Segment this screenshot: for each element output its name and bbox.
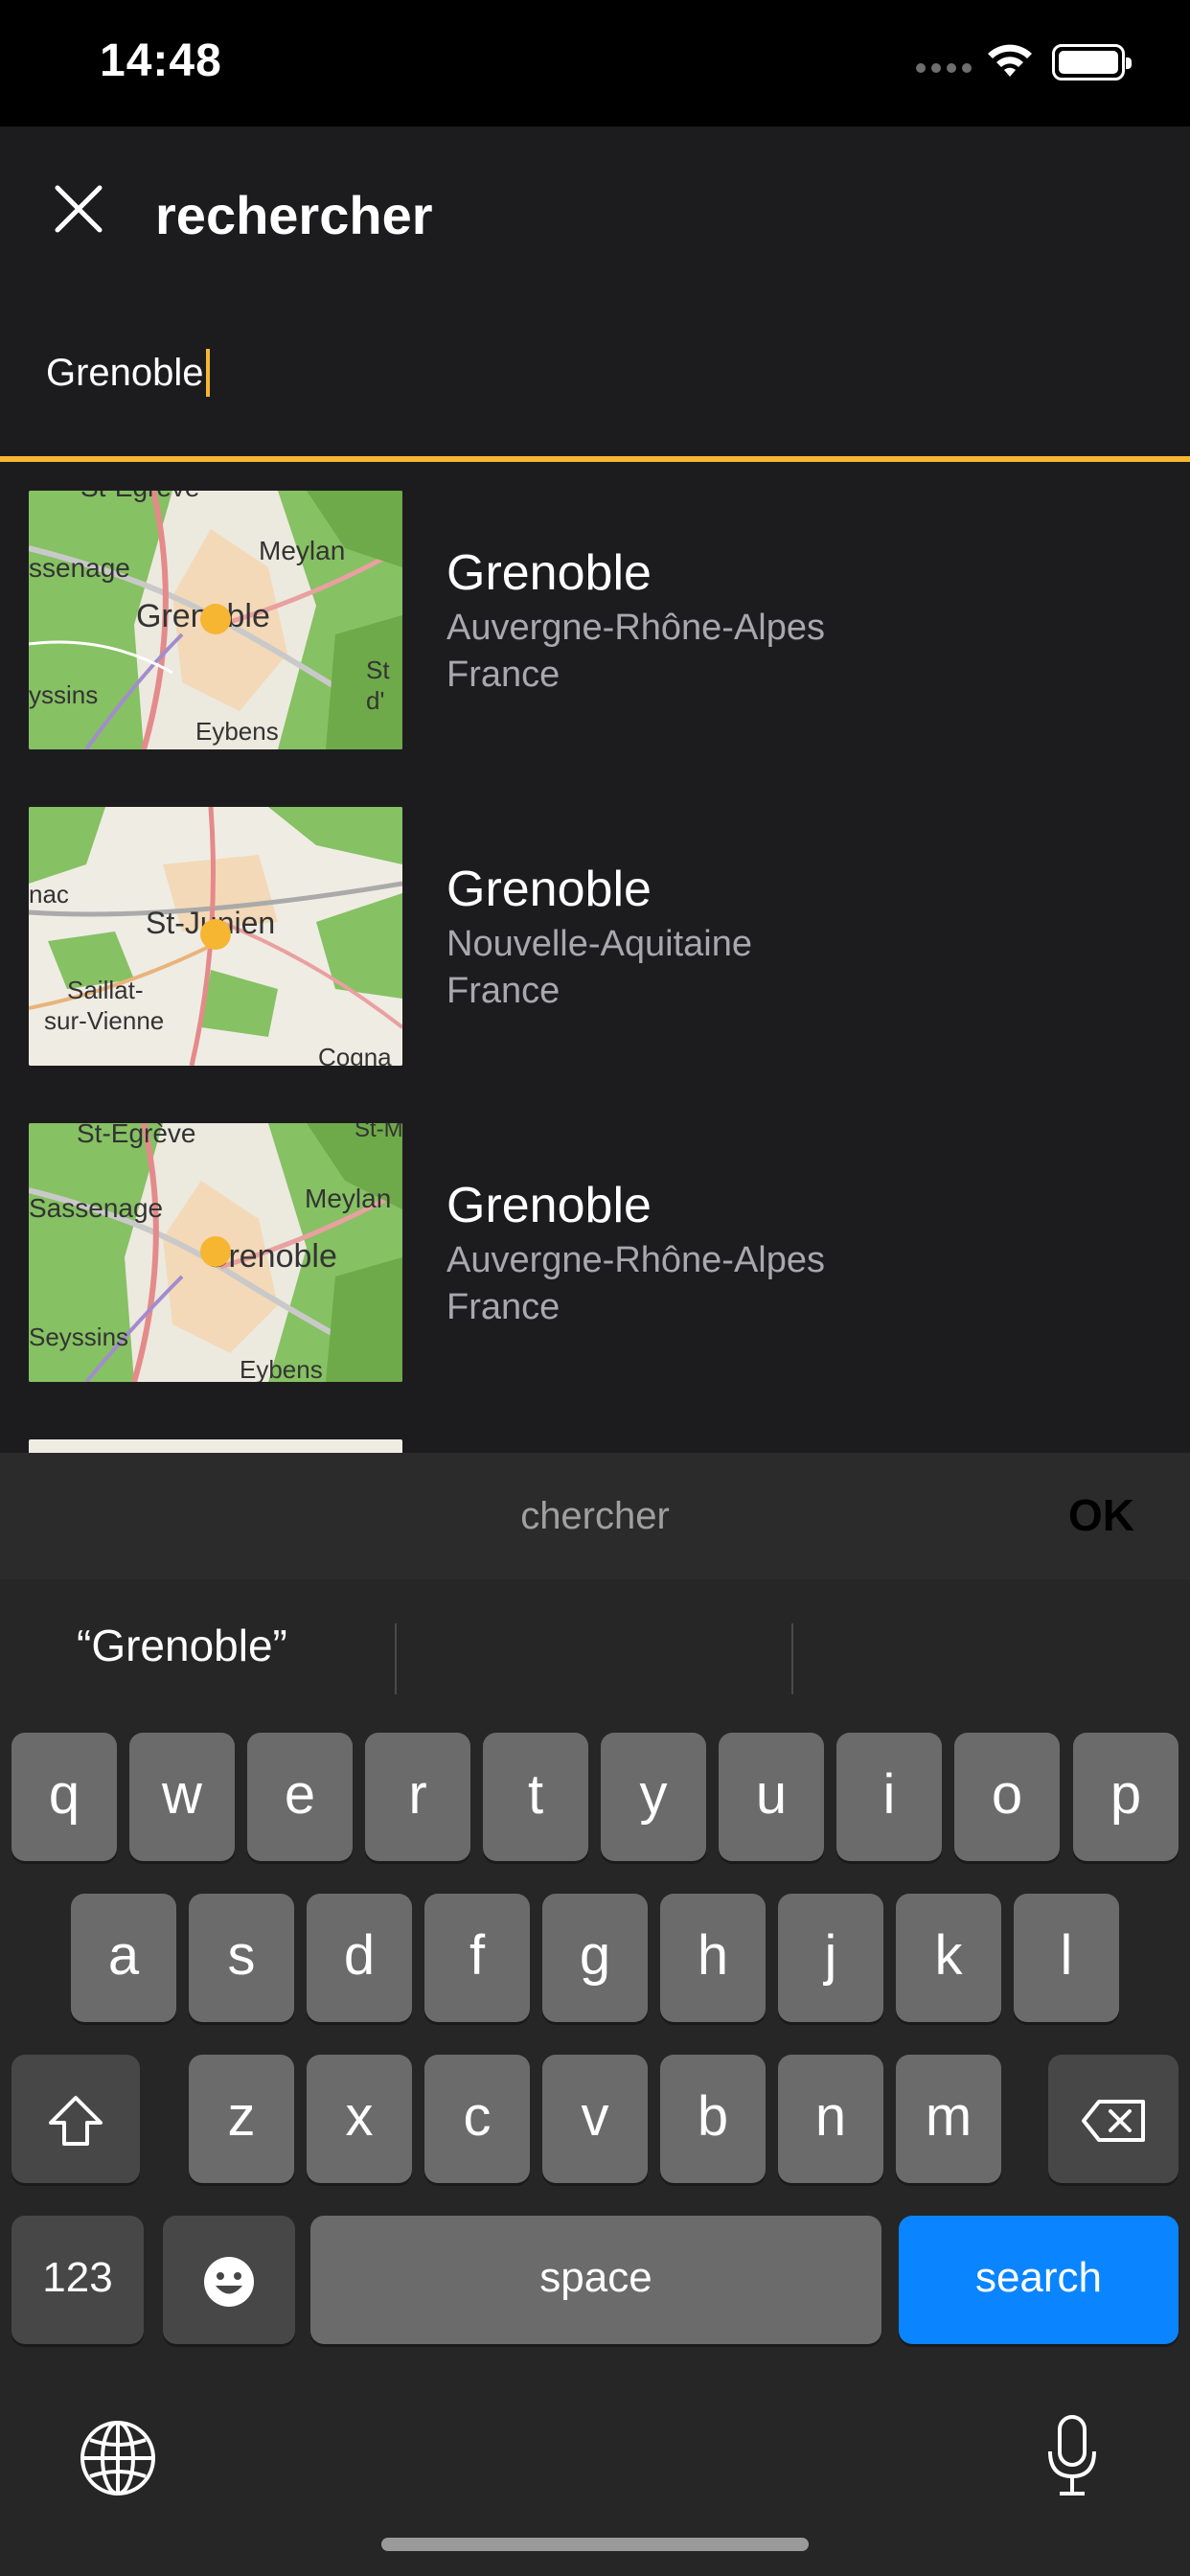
key-u[interactable]: u <box>719 1733 824 1861</box>
result-name: Grenoble <box>446 862 652 917</box>
list-item[interactable]: St-Egrève ssenage Meylan Grenoble yssins… <box>0 462 1190 749</box>
key-s[interactable]: s <box>189 1894 294 2022</box>
key-h[interactable]: h <box>660 1894 766 2022</box>
key-d[interactable]: d <box>307 1894 412 2022</box>
delete-key[interactable] <box>1048 2055 1179 2183</box>
search-input[interactable]: Grenoble <box>46 349 210 397</box>
shift-icon <box>49 2095 103 2146</box>
status-time: 14:48 <box>100 35 222 86</box>
key-w[interactable]: w <box>129 1733 235 1861</box>
key-k[interactable]: k <box>896 1894 1001 2022</box>
key-z[interactable]: z <box>189 2055 294 2183</box>
key-n[interactable]: n <box>778 2055 883 2183</box>
map-thumbnail <box>29 1439 402 1453</box>
key-x[interactable]: x <box>307 2055 412 2183</box>
map-label: Meylan <box>259 536 345 565</box>
key-c[interactable]: c <box>424 2055 530 2183</box>
map-label: St-M <box>355 1123 402 1142</box>
map-label: St <box>366 656 390 684</box>
map-thumbnail: St-Egrève ssenage Meylan Grenoble yssins… <box>29 491 402 749</box>
backspace-icon <box>1082 2099 1145 2142</box>
result-region: Auvergne-Rhône-Alpes <box>446 1240 826 1280</box>
key-v[interactable]: v <box>542 2055 648 2183</box>
key-q[interactable]: q <box>11 1733 117 1861</box>
map-thumbnail: nac St-Junien Saillat- sur-Vienne Cogna <box>29 807 402 1066</box>
map-label: Saillat- <box>67 976 143 1004</box>
key-m[interactable]: m <box>896 2055 1001 2183</box>
list-item[interactable]: nac St-Junien Saillat- sur-Vienne Cogna … <box>0 778 1190 1066</box>
map-label: Seyssins <box>29 1322 128 1351</box>
key-o[interactable]: o <box>954 1733 1060 1861</box>
key-t[interactable]: t <box>483 1733 588 1861</box>
suggestion-item[interactable]: “Grenoble” <box>77 1620 287 1671</box>
suggestion-bar: “Grenoble” <box>0 1579 1190 1714</box>
map-label: nac <box>29 880 69 908</box>
map-label: Sassenage <box>29 1193 163 1223</box>
key-a[interactable]: a <box>71 1894 176 2022</box>
result-country: France <box>446 655 561 695</box>
shift-key[interactable] <box>11 2055 140 2183</box>
numbers-key[interactable]: 123 <box>11 2216 144 2344</box>
emoji-key[interactable] <box>163 2216 295 2344</box>
map-label: ssenage <box>29 553 130 583</box>
key-g[interactable]: g <box>542 1894 648 2022</box>
map-label: St-Egrève <box>80 491 200 502</box>
microphone-icon[interactable] <box>1044 2413 1100 2499</box>
map-label: yssins <box>29 680 98 709</box>
toolbar-hint: chercher <box>520 1495 670 1537</box>
result-region: Auvergne-Rhône-Alpes <box>446 608 826 648</box>
ok-button[interactable]: OK <box>1068 1489 1134 1541</box>
globe-icon[interactable] <box>79 2419 157 2497</box>
search-input-value: Grenoble <box>46 351 204 394</box>
result-region: Nouvelle-Aquitaine <box>446 924 752 964</box>
map-label: Cogna <box>318 1043 392 1066</box>
status-bar: 14:48 <box>0 0 1190 126</box>
search-key[interactable]: search <box>899 2216 1179 2344</box>
map-label: Eybens <box>240 1355 323 1382</box>
result-name: Grenoble <box>446 1178 652 1233</box>
key-e[interactable]: e <box>247 1733 353 1861</box>
emoji-icon <box>204 2256 254 2307</box>
list-item[interactable] <box>0 1411 1190 1453</box>
map-label: d' <box>366 686 384 715</box>
key-j[interactable]: j <box>778 1894 883 2022</box>
map-thumbnail: St-Egrève Sassenage Meylan Grenoble Seys… <box>29 1123 402 1382</box>
map-label: sur-Vienne <box>44 1006 164 1035</box>
result-country: France <box>446 971 561 1011</box>
key-y[interactable]: y <box>601 1733 706 1861</box>
key-r[interactable]: r <box>365 1733 470 1861</box>
map-label: Meylan <box>305 1184 391 1213</box>
map-label: Eybens <box>195 717 279 746</box>
key-b[interactable]: b <box>660 2055 766 2183</box>
cellular-signal-icon <box>916 63 972 73</box>
suggestion-divider <box>791 1623 793 1694</box>
result-name: Grenoble <box>446 545 652 601</box>
battery-icon <box>1052 44 1132 80</box>
page-title: rechercher <box>155 185 433 245</box>
key-f[interactable]: f <box>424 1894 530 2022</box>
suggestion-divider <box>395 1623 397 1694</box>
wifi-icon <box>988 44 1032 77</box>
space-key[interactable]: space <box>310 2216 881 2344</box>
keyboard-toolbar: chercher OK <box>0 1453 1190 1579</box>
search-header: rechercher Grenoble <box>0 126 1190 462</box>
results-list: St-Egrève ssenage Meylan Grenoble yssins… <box>0 462 1190 1453</box>
key-l[interactable]: l <box>1014 1894 1119 2022</box>
close-icon[interactable] <box>48 178 109 240</box>
key-p[interactable]: p <box>1073 1733 1179 1861</box>
result-country: France <box>446 1287 561 1327</box>
list-item[interactable]: St-Egrève Sassenage Meylan Grenoble Seys… <box>0 1094 1190 1382</box>
map-label: St-Egrève <box>77 1123 196 1148</box>
home-indicator <box>381 2538 809 2551</box>
key-i[interactable]: i <box>836 1733 942 1861</box>
text-caret <box>205 349 210 397</box>
